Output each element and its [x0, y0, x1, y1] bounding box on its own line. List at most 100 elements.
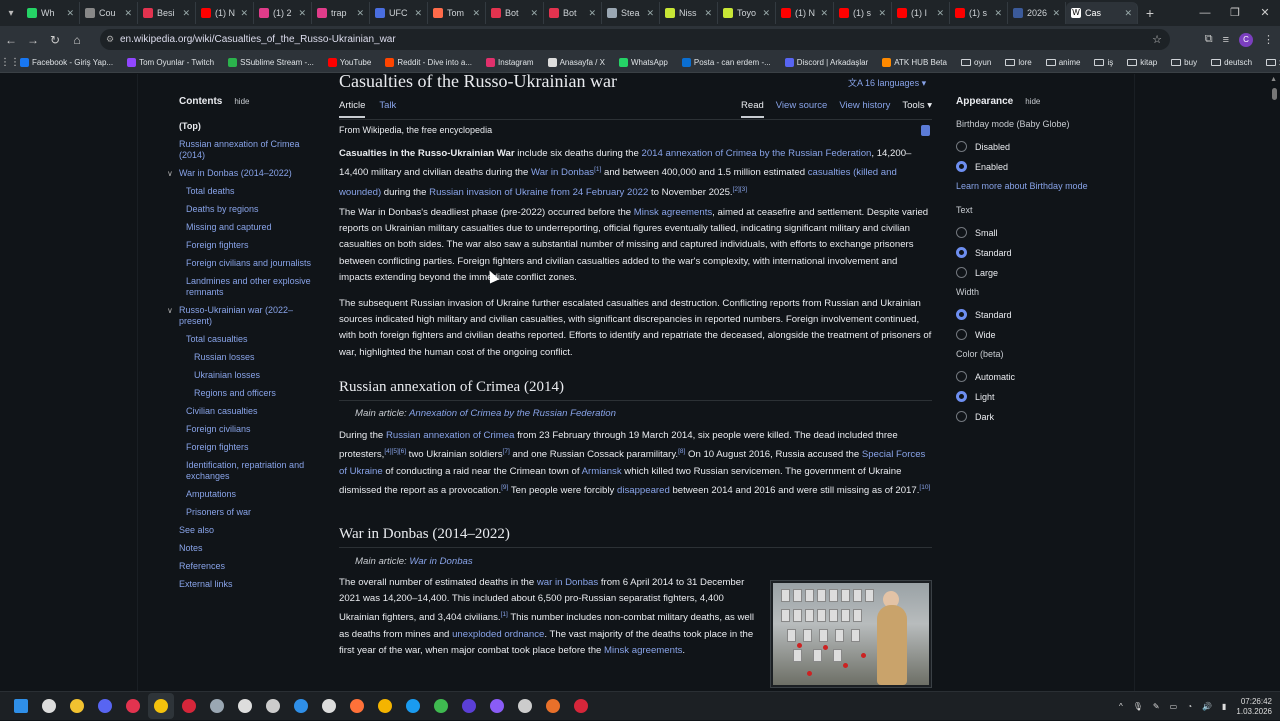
- radio-option[interactable]: Light: [956, 391, 1092, 402]
- minimize-button[interactable]: —: [1190, 0, 1220, 26]
- close-icon[interactable]: ✕: [414, 8, 422, 19]
- chevron-up-icon[interactable]: ^: [1119, 702, 1123, 711]
- toc-item[interactable]: Landmines and other explosive remnants: [179, 276, 319, 298]
- toc-item[interactable]: See also: [179, 525, 319, 536]
- browser-tab[interactable]: Besi ✕: [138, 2, 196, 24]
- volume-icon[interactable]: 🔊: [1202, 702, 1212, 711]
- apps-grid-icon[interactable]: ⋮⋮: [0, 57, 20, 68]
- tab-view-source[interactable]: View source: [776, 100, 828, 118]
- battlenet-icon[interactable]: [400, 693, 426, 719]
- battery-icon[interactable]: ▮: [1222, 702, 1226, 711]
- toc-item[interactable]: Regions and officers: [179, 388, 319, 399]
- citation[interactable]: [1]: [501, 611, 508, 618]
- browser-tab[interactable]: Bot ✕: [544, 2, 602, 24]
- radio-option[interactable]: Dark: [956, 411, 1092, 422]
- url-field[interactable]: ⚙ en.wikipedia.org/wiki/Casualties_of_th…: [100, 29, 1170, 50]
- windows-start-icon[interactable]: [8, 693, 34, 719]
- bookmark-item[interactable]: WhatsApp: [618, 58, 668, 67]
- radio-button[interactable]: [956, 309, 967, 320]
- browser-tab[interactable]: (1) N ✕: [196, 2, 254, 24]
- radio-button[interactable]: [956, 141, 967, 152]
- browser-tab[interactable]: Niss ✕: [660, 2, 718, 24]
- citation[interactable]: [4][5][6]: [384, 448, 406, 455]
- close-icon[interactable]: ✕: [994, 8, 1002, 19]
- bookmark-item[interactable]: Facebook - Giriş Yap...: [20, 58, 113, 67]
- chevron-down-icon[interactable]: ∨: [167, 305, 173, 316]
- chevron-down-icon[interactable]: ∨: [167, 168, 173, 179]
- tab-read[interactable]: Read: [741, 100, 764, 118]
- bookmark-folder[interactable]: anime: [1045, 58, 1080, 67]
- close-icon[interactable]: ✕: [240, 8, 248, 19]
- steam-icon[interactable]: [204, 693, 230, 719]
- bookmark-folder[interactable]: x: [1266, 58, 1280, 67]
- citation[interactable]: [10]: [919, 484, 930, 491]
- toc-item[interactable]: Foreign fighters: [179, 442, 319, 453]
- learn-more-link[interactable]: Learn more about Birthday mode: [956, 181, 1092, 191]
- circle-app-icon[interactable]: [316, 693, 342, 719]
- toc-item[interactable]: References: [179, 561, 319, 572]
- edge-icon[interactable]: [288, 693, 314, 719]
- browser-tab[interactable]: trap ✕: [312, 2, 370, 24]
- epic-icon[interactable]: [232, 693, 258, 719]
- media-icon[interactable]: [260, 693, 286, 719]
- reload-button[interactable]: ↻: [44, 33, 66, 47]
- link-crimea-annexation[interactable]: 2014 annexation of Crimea by the Russian…: [642, 148, 872, 159]
- link-main-article-donbas[interactable]: War in Donbas: [409, 556, 472, 567]
- browser-tab[interactable]: (1) N ✕: [776, 2, 834, 24]
- obs-icon[interactable]: [484, 693, 510, 719]
- extensions-icon[interactable]: ⧉: [1205, 33, 1213, 46]
- bookmark-item[interactable]: Discord | Arkadaşlar: [784, 58, 868, 67]
- bookmark-item[interactable]: SSublime Stream -...: [228, 58, 314, 67]
- radio-button[interactable]: [956, 391, 967, 402]
- toc-item[interactable]: Foreign fighters: [179, 240, 319, 251]
- close-window-button[interactable]: ✕: [1250, 0, 1280, 26]
- menu-icon[interactable]: ⋮: [1263, 33, 1274, 46]
- browser-tab[interactable]: (1) 2 ✕: [254, 2, 312, 24]
- forward-button[interactable]: →: [22, 33, 44, 47]
- close-icon[interactable]: ✕: [530, 8, 538, 19]
- toc-item[interactable]: ∨ Russo-Ukrainian war (2022–present): [167, 305, 319, 327]
- profile-avatar[interactable]: C: [1239, 32, 1253, 47]
- close-icon[interactable]: ✕: [356, 8, 364, 19]
- radio-button[interactable]: [956, 227, 967, 238]
- wifi-icon[interactable]: ◔: [1187, 702, 1192, 711]
- bookmark-item[interactable]: Posta - can erdem -...: [681, 58, 771, 67]
- radio-button[interactable]: [956, 329, 967, 340]
- toc-item[interactable]: Prisoners of war: [179, 507, 319, 518]
- radio-option[interactable]: Large: [956, 267, 1092, 278]
- close-icon[interactable]: ✕: [820, 8, 828, 19]
- close-icon[interactable]: ✕: [936, 8, 944, 19]
- tab-view-history[interactable]: View history: [839, 100, 890, 118]
- toc-item[interactable]: Civilian casualties: [179, 406, 319, 417]
- close-icon[interactable]: ✕: [1124, 8, 1132, 19]
- bookmark-folder[interactable]: kitap: [1127, 58, 1157, 67]
- browser-tab[interactable]: (1) s ✕: [950, 2, 1008, 24]
- link-minsk-agreements[interactable]: Minsk agreements: [604, 645, 682, 656]
- citation[interactable]: [7]: [503, 448, 510, 455]
- tab-article[interactable]: Article: [339, 100, 366, 118]
- browser-tab[interactable]: Tom ✕: [428, 2, 486, 24]
- toc-item[interactable]: External links: [179, 579, 319, 590]
- close-icon[interactable]: ✕: [66, 8, 74, 19]
- scrollbar-thumb[interactable]: [1272, 88, 1277, 100]
- close-icon[interactable]: ✕: [762, 8, 770, 19]
- rockstar-icon[interactable]: [372, 693, 398, 719]
- tools-dropdown[interactable]: Tools ▾: [902, 100, 932, 118]
- radio-option[interactable]: Wide: [956, 329, 1092, 340]
- scroll-up-arrow[interactable]: ▲: [1270, 76, 1277, 83]
- toc-item[interactable]: Foreign civilians: [179, 424, 319, 435]
- memorial-photo-thumbnail[interactable]: [770, 580, 932, 688]
- bookmark-item[interactable]: Tom Oyunlar - Twitch: [127, 58, 214, 67]
- link-disappeared[interactable]: disappeared: [617, 485, 670, 496]
- chatgpt-icon[interactable]: [512, 693, 538, 719]
- protection-lock-icon[interactable]: [921, 125, 930, 136]
- toc-item[interactable]: Notes: [179, 543, 319, 554]
- radio-button[interactable]: [956, 267, 967, 278]
- radio-option[interactable]: Standard: [956, 309, 1092, 320]
- close-icon[interactable]: ✕: [878, 8, 886, 19]
- browser-tab[interactable]: Stea ✕: [602, 2, 660, 24]
- back-button[interactable]: ←: [0, 33, 22, 47]
- link-war-in-donbas[interactable]: War in Donbas: [531, 167, 594, 178]
- close-icon[interactable]: ✕: [472, 8, 480, 19]
- browser-tab[interactable]: Wh ✕: [22, 2, 80, 24]
